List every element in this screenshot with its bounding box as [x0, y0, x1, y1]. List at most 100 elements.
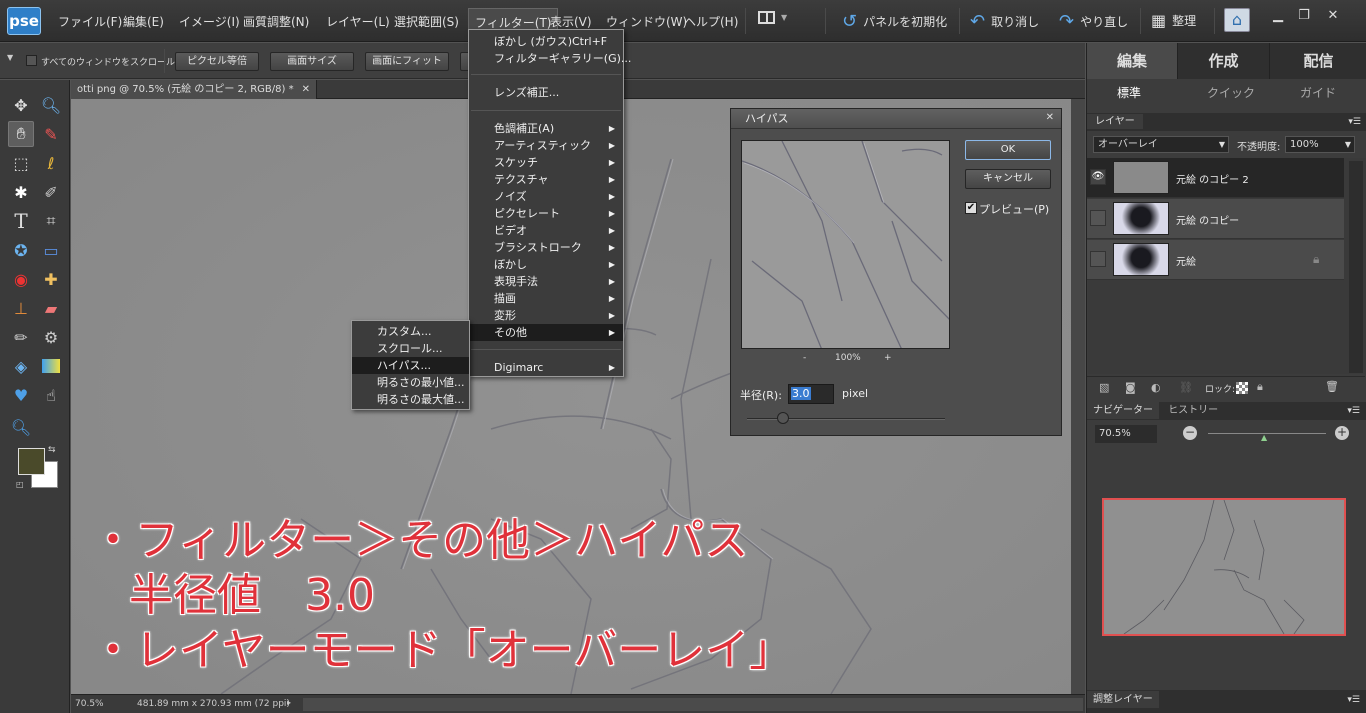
redo-button[interactable]: ↷ やり直し — [1059, 11, 1128, 32]
layer-row[interactable]: 元絵 🔒︎ — [1087, 240, 1344, 280]
radius-input[interactable]: 3.0 — [788, 384, 834, 404]
lock-all-icon[interactable]: 🔒︎ — [1257, 380, 1263, 394]
crop-tool-icon[interactable]: ⌗ — [38, 208, 64, 234]
blur-tool-icon[interactable]: ☝ — [38, 382, 64, 408]
red-eye-tool-icon[interactable]: ◉ — [8, 266, 34, 292]
lens-correction-item[interactable]: レンズ補正... — [469, 84, 623, 101]
new-layer-icon[interactable]: ▧ — [1099, 381, 1109, 394]
navigator-thumbnail[interactable] — [1102, 498, 1346, 636]
marquee-tool-icon[interactable]: ⬚ — [8, 150, 34, 176]
status-menu-icon[interactable]: ▸ — [287, 698, 291, 707]
subtab-guided[interactable]: ガイド — [1300, 84, 1336, 101]
visibility-toggle[interactable] — [1090, 210, 1106, 226]
vertical-scrollbar[interactable] — [1071, 99, 1085, 694]
history-tab[interactable]: ヒストリー — [1162, 402, 1224, 419]
filter-group-texture[interactable]: テクスチャ ▶ — [469, 171, 623, 188]
type-tool-icon[interactable]: T — [8, 208, 34, 234]
panel-menu-icon[interactable]: ▾☰ — [1347, 402, 1360, 420]
menu-enhance[interactable]: 画質調整(N) — [243, 13, 309, 30]
actual-pixels-button[interactable]: ピクセル等倍 — [175, 52, 259, 71]
ok-button[interactable]: OK — [965, 140, 1051, 160]
filter-offset-item[interactable]: スクロール... — [352, 340, 469, 357]
zoom-in-icon[interactable]: + — [1335, 426, 1349, 440]
filter-high-pass-item[interactable]: ハイパス... — [352, 357, 469, 374]
healing-brush-tool-icon[interactable]: ✚ — [38, 266, 64, 292]
filter-group-artistic[interactable]: アーティスティック ▶ — [469, 137, 623, 154]
document-tab[interactable]: otti png @ 70.5% (元絵 のコピー 2, RGB/8) * ✕ — [71, 80, 317, 99]
restore-icon[interactable]: ❐ — [1294, 8, 1314, 26]
link-icon[interactable]: ⛓︎ — [1179, 381, 1193, 394]
filter-group-sketch[interactable]: スケッチ ▶ — [469, 154, 623, 171]
undo-button[interactable]: ↶ 取り消し — [970, 11, 1039, 32]
navigator-tab[interactable]: ナビゲーター — [1087, 402, 1159, 419]
filter-group-digimarc[interactable]: Digimarc ▶ — [469, 359, 623, 376]
magic-wand-tool-icon[interactable]: ✱ — [8, 179, 34, 205]
menu-layer[interactable]: レイヤー(L) — [326, 13, 390, 30]
close-tab-icon[interactable]: ✕ — [302, 80, 310, 99]
paint-bucket-tool-icon[interactable]: ◈ — [8, 353, 34, 379]
reset-panels-button[interactable]: ↺ パネルを初期化 — [842, 11, 947, 32]
eyedropper-tool-icon[interactable]: ✎ — [38, 121, 64, 147]
tab-share[interactable]: 配信 — [1269, 43, 1366, 79]
subtab-quick[interactable]: クイック — [1207, 84, 1255, 101]
filter-group-blur[interactable]: ぼかし ▶ — [469, 256, 623, 273]
opacity-input[interactable]: 100% ▼ — [1285, 136, 1355, 153]
zoom-tool-icon[interactable]: 🔍︎ — [38, 92, 64, 118]
clone-stamp-tool-icon[interactable]: ⊥ — [8, 295, 34, 321]
filter-group-video[interactable]: ビデオ ▶ — [469, 222, 623, 239]
straighten-tool-icon[interactable]: ▭ — [38, 237, 64, 263]
filter-gaussian-blur-item[interactable]: ぼかし (ガウス) Ctrl+F — [469, 33, 623, 50]
zoom-readout[interactable]: 70.5% — [75, 699, 104, 709]
filter-group-render[interactable]: 描画 ▶ — [469, 290, 623, 307]
zoom-out-icon[interactable]: − — [1183, 426, 1197, 440]
layers-tab[interactable]: レイヤー — [1087, 114, 1143, 129]
filter-group-other[interactable]: その他 ▶ — [469, 324, 623, 341]
trash-icon[interactable]: 🗑︎ — [1325, 380, 1339, 393]
menu-file[interactable]: ファイル(F) — [58, 13, 122, 30]
fill-screen-button[interactable]: 画面にフィット — [365, 52, 449, 71]
filter-minimum-item[interactable]: 明るさの最小値... — [352, 374, 469, 391]
menu-image[interactable]: イメージ(I) — [179, 13, 240, 30]
hand-tool-icon[interactable]: ✋︎ — [8, 121, 34, 147]
default-colors-icon[interactable]: ◰ — [16, 480, 24, 489]
adjustment-layer-tab[interactable]: 調整レイヤー — [1087, 691, 1159, 708]
menu-view[interactable]: 表示(V) — [550, 13, 592, 30]
filter-gallery-item[interactable]: フィルターギャラリー(G)... — [469, 50, 631, 67]
preview-zoom-out-button[interactable]: - — [803, 353, 806, 363]
swap-colors-icon[interactable]: ⇆ — [48, 445, 56, 455]
menu-edit[interactable]: 編集(E) — [123, 13, 164, 30]
navigator-zoom-thumb[interactable]: ▲ — [1261, 433, 1267, 442]
menu-help[interactable]: ヘルプ(H) — [684, 13, 738, 30]
preview-checkbox[interactable]: ✔ — [965, 202, 977, 214]
lock-transparency-icon[interactable] — [1236, 382, 1248, 394]
horizontal-scrollbar[interactable] — [303, 698, 1083, 711]
filter-group-noise[interactable]: ノイズ ▶ — [469, 188, 623, 205]
layers-scrollbar[interactable] — [1349, 161, 1363, 373]
cancel-button[interactable]: キャンセル — [965, 169, 1051, 189]
home-icon[interactable]: ⌂ — [1224, 8, 1250, 32]
custom-shape-tool-icon[interactable]: ♥ — [8, 382, 34, 408]
scroll-all-checkbox[interactable] — [26, 55, 37, 66]
minimize-icon[interactable]: ▁ — [1268, 8, 1288, 26]
tab-create[interactable]: 作成 — [1177, 43, 1269, 79]
filter-group-distort[interactable]: 変形 ▶ — [469, 307, 623, 324]
move-tool-icon[interactable]: ✥ — [8, 92, 34, 118]
lasso-tool-icon[interactable]: ℓ — [38, 150, 64, 176]
gradient-tool-icon[interactable] — [38, 353, 64, 379]
adjustment-layer-icon[interactable]: ◐ — [1151, 381, 1161, 394]
cookie-cutter-tool-icon[interactable]: ✪ — [8, 237, 34, 263]
tool-preset-icon[interactable]: ▼ — [7, 53, 13, 62]
filter-maximum-item[interactable]: 明るさの最大値... — [352, 391, 469, 408]
menu-window[interactable]: ウィンドウ(W) — [606, 13, 687, 30]
visibility-toggle[interactable] — [1090, 251, 1106, 267]
subtab-full[interactable]: 標準 — [1117, 84, 1141, 101]
tab-edit[interactable]: 編集 — [1087, 43, 1177, 79]
smart-brush-tool-icon[interactable]: ⚙ — [38, 324, 64, 350]
layer-row[interactable]: 元絵 のコピー — [1087, 199, 1344, 239]
eye-icon[interactable]: 👁︎ — [1090, 169, 1106, 185]
zoom-extra-tool-icon[interactable]: 🔍︎ — [8, 414, 34, 440]
dialog-preview-image[interactable] — [741, 140, 950, 349]
quick-selection-tool-icon[interactable]: ✐ — [38, 179, 64, 205]
navigator-zoom-input[interactable]: 70.5% — [1095, 425, 1157, 443]
layer-mask-icon[interactable]: ◙ — [1125, 381, 1136, 394]
